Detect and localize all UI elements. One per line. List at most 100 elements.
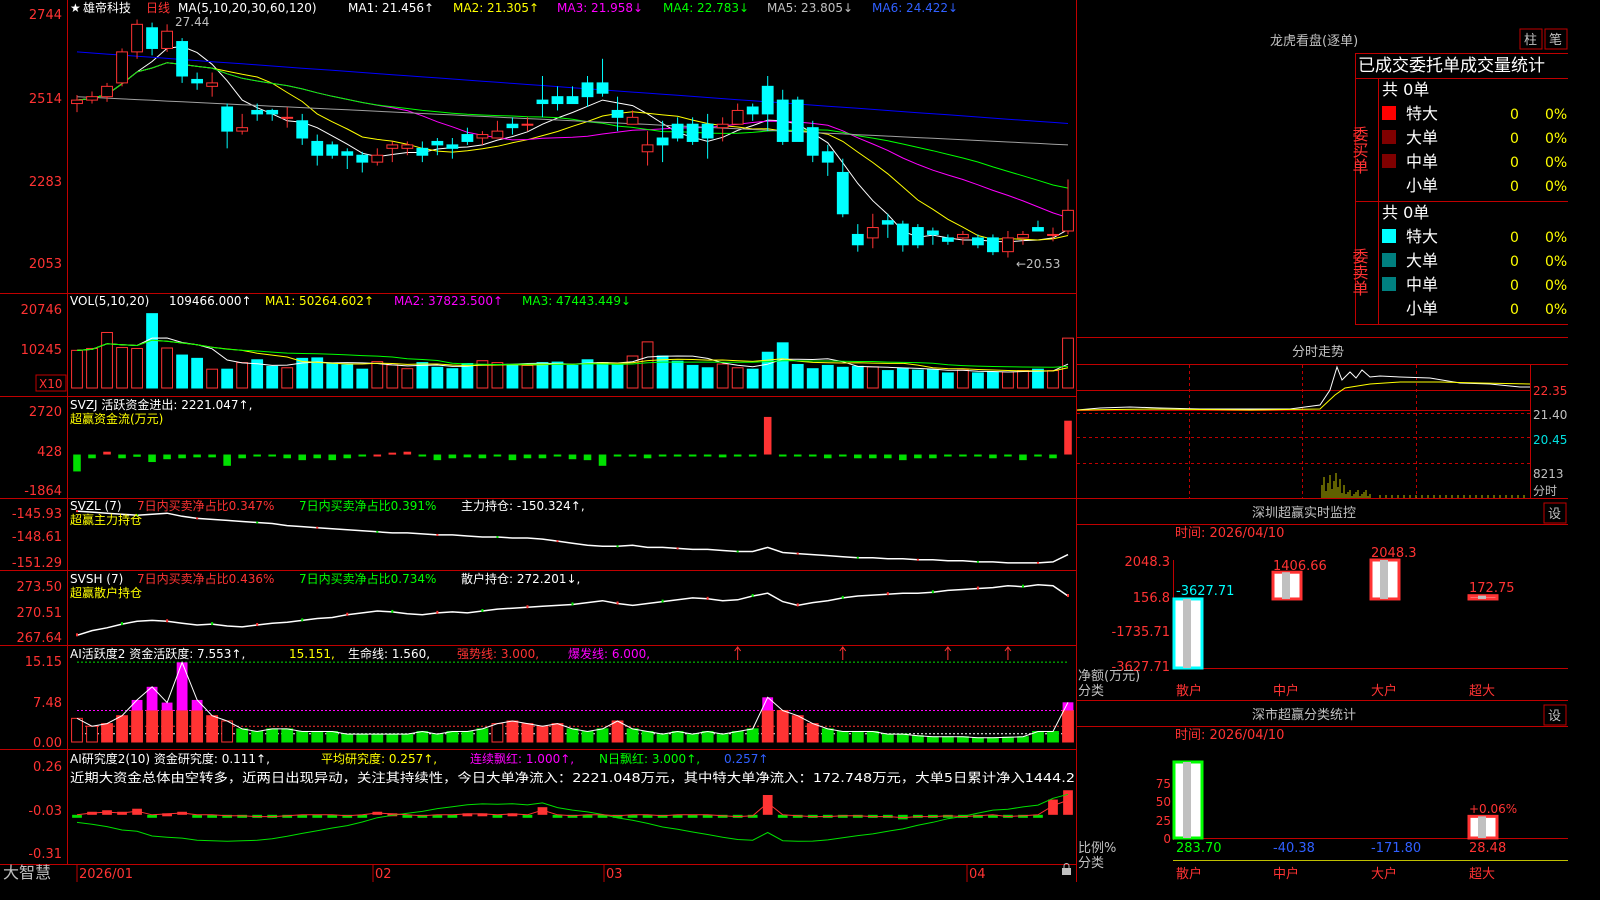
ai2-b: 平均研究度: 0.257↑,	[321, 751, 437, 766]
intraday-tick: 22.35	[1533, 384, 1567, 398]
svzj-bar	[148, 454, 156, 463]
volume-bar	[161, 347, 173, 389]
candle-body	[416, 147, 429, 156]
sz-stats-settings-button[interactable]: 设	[1548, 709, 1561, 724]
svsh-marker	[211, 622, 214, 626]
svzj-bar	[643, 454, 652, 459]
candle-body	[776, 99, 789, 142]
ai1-bar	[191, 709, 204, 743]
volume-bar	[116, 347, 128, 389]
candle-body	[356, 154, 369, 163]
svzj-tick: -1864	[24, 484, 62, 499]
volume-bar	[131, 347, 143, 389]
tick-mode-button[interactable]: 笔	[1549, 32, 1562, 48]
ai1-bar	[686, 733, 699, 743]
sz-monitor-cat: 大户	[1371, 683, 1397, 699]
candle-body	[161, 30, 173, 49]
vol-tick: 10245	[21, 343, 62, 358]
volume-bar	[521, 364, 534, 389]
svsh-label: SVSH (7)	[70, 572, 123, 586]
candle-body	[626, 116, 639, 125]
ai1-bar	[506, 720, 519, 743]
svzj-bar	[493, 454, 502, 457]
ma2-value: MA2: 21.305↑	[453, 1, 539, 15]
svzj-bar	[358, 454, 367, 457]
stock-name[interactable]: 雄帝科技	[83, 0, 131, 15]
candle-body	[746, 106, 759, 115]
svzj-bar	[388, 452, 397, 455]
svzl-line2: 超赢主力持仓	[70, 512, 142, 527]
ai1-c: 生命线: 1.560,	[348, 646, 430, 661]
ai1-b: 15.151,	[289, 647, 335, 661]
buy-row-value: 0	[1510, 155, 1519, 171]
candle-body	[446, 144, 459, 149]
ai1-bar	[491, 723, 504, 743]
ai1-bar	[401, 733, 414, 743]
svzj-line2: 超赢资金流(万元)	[70, 411, 163, 426]
svzj-line1: SVZJ 活跃资金进出: 2221.047↑,	[70, 397, 252, 412]
candle-body	[926, 230, 939, 235]
svzj-bar	[1064, 420, 1072, 455]
ai1-bar	[881, 733, 894, 743]
ai1-bar	[521, 723, 534, 743]
candle-body	[701, 123, 714, 139]
ai1-bar	[86, 725, 98, 743]
candle-body	[266, 109, 279, 115]
sz-stats-bars	[1172, 760, 1499, 840]
sz-monitor-settings-button[interactable]: 设	[1548, 507, 1561, 522]
ma3-value: MA3: 21.958↓	[557, 1, 643, 15]
candle-body	[206, 82, 219, 87]
ma1-line	[76, 45, 1069, 243]
svzj-bar	[538, 454, 547, 459]
volume-bar	[491, 362, 504, 389]
volume-bar	[206, 368, 219, 389]
sz-stats-tick: 0	[1163, 832, 1171, 846]
svzj-bar	[793, 454, 802, 457]
candle-body	[386, 144, 399, 149]
candle-body	[881, 220, 894, 225]
candle-body	[851, 233, 864, 246]
svsh-marker	[796, 603, 799, 607]
ai2-a: AI研究度2(10) 资金研究度: 0.111↑,	[70, 751, 270, 766]
candle-body	[221, 106, 234, 132]
candle-body	[461, 134, 474, 142]
svzj-bar	[688, 454, 697, 457]
volume-bar	[806, 368, 819, 389]
svzj-bar	[298, 454, 307, 461]
volume-bar	[1002, 371, 1014, 389]
svzj-bar	[598, 454, 607, 466]
lock-icon[interactable]	[1062, 863, 1071, 876]
ai1-bar	[926, 736, 939, 743]
ai1-bar	[281, 728, 294, 743]
ai1-burst-bar	[191, 699, 203, 711]
volume-bar	[972, 372, 984, 389]
ai1-bar	[581, 730, 594, 743]
svzj-bar	[313, 454, 322, 459]
volume-bar	[641, 341, 654, 389]
ai2-bar	[1048, 799, 1058, 815]
period-label[interactable]: 日线	[146, 1, 170, 15]
candle-body	[656, 137, 669, 146]
candle-body	[146, 27, 158, 49]
svzj-bar	[208, 454, 216, 458]
ma5-value: MA5: 23.805↓	[767, 1, 853, 15]
svsh-panel	[76, 584, 1069, 637]
svzj-bar	[553, 454, 562, 457]
ai1-tick: 15.15	[25, 655, 62, 670]
ai1-bar	[911, 735, 924, 743]
intraday-title: 分时走势	[1292, 344, 1344, 360]
svzj-bar	[1034, 454, 1042, 457]
ai1-a: AI活跃度2 资金活跃度: 7.553↑,	[70, 646, 245, 661]
candle-body	[641, 144, 654, 153]
ma1-value: MA1: 21.456↑	[348, 1, 434, 15]
bar-mode-button[interactable]: 柱	[1524, 33, 1537, 48]
candle-body	[536, 99, 549, 105]
svzj-bar	[403, 451, 412, 455]
volume-bar	[506, 364, 519, 389]
ai2-bar	[72, 814, 82, 818]
candle-body	[611, 109, 624, 118]
buy-row-label: 大单	[1406, 128, 1438, 147]
candle-body	[551, 96, 564, 105]
sz-monitor-cat: 散户	[1176, 683, 1202, 699]
svzj-bar	[808, 454, 817, 457]
